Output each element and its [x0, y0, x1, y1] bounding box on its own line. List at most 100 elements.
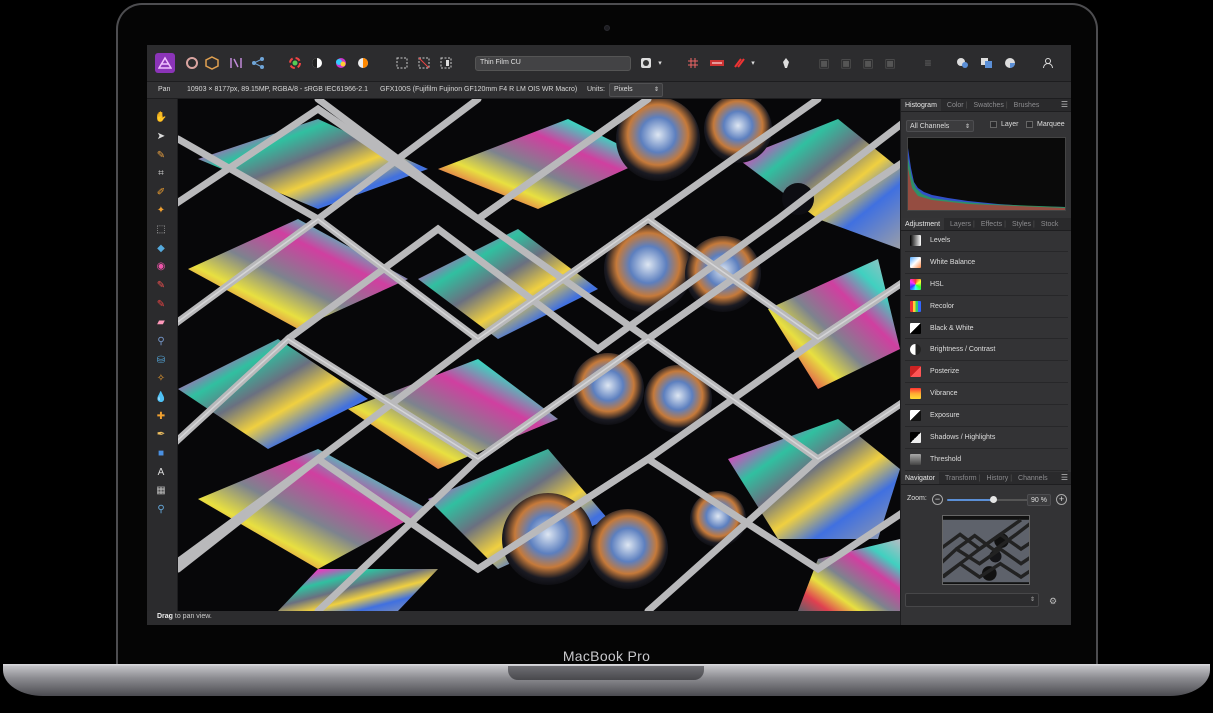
blur-brush-tool-icon[interactable]: 💧: [152, 390, 170, 404]
arrange-forward-icon[interactable]: ▣: [859, 54, 877, 72]
levels-icon: [910, 234, 921, 246]
text-tool-icon[interactable]: A: [152, 465, 170, 479]
affinity-photo-logo-icon[interactable]: [155, 53, 175, 73]
contrast-icon[interactable]: [308, 54, 326, 72]
gear-icon[interactable]: ⚙: [1049, 596, 1057, 607]
erase-brush-tool-icon[interactable]: ▰: [152, 315, 170, 329]
marquee-label: Marquee: [1037, 121, 1065, 128]
tab-stock[interactable]: Stock: [1035, 218, 1061, 228]
laptop-notch: [508, 666, 704, 680]
pen-tool-icon[interactable]: ✒: [152, 427, 170, 441]
color-replacement-tool-icon[interactable]: ✎: [152, 297, 170, 311]
navigator-thumbnail[interactable]: [942, 515, 1030, 585]
clone-brush-tool-icon[interactable]: ⛁: [152, 353, 170, 367]
align-icon[interactable]: ≡: [919, 54, 937, 72]
adjustment-item-threshold[interactable]: Threshold: [905, 449, 1068, 471]
adjustment-item-brightness-contrast[interactable]: Brightness / Contrast: [905, 339, 1068, 362]
personas-icon[interactable]: [953, 54, 971, 72]
document-title-field[interactable]: Thin Film CU: [475, 56, 631, 71]
tab-layers[interactable]: Layers: [944, 218, 973, 228]
pen-tool-icon[interactable]: [777, 54, 795, 72]
marquee-select-icon[interactable]: [393, 54, 411, 72]
adjustment-item-recolor[interactable]: Recolor: [905, 296, 1068, 318]
layer-checkbox[interactable]: [990, 121, 997, 128]
tab-styles[interactable]: Styles: [1006, 218, 1033, 228]
tab-transform[interactable]: Transform: [939, 472, 979, 482]
export-persona-icon[interactable]: [249, 54, 267, 72]
arrange-back-icon[interactable]: ▣: [815, 54, 833, 72]
zoom-out-icon[interactable]: −: [932, 494, 943, 505]
healing-brush-tool-icon[interactable]: ✚: [152, 409, 170, 423]
zoom-in-icon[interactable]: +: [1056, 494, 1067, 505]
device-brand: MacBook Pro: [562, 648, 651, 664]
document-canvas[interactable]: [178, 99, 900, 611]
camera-info: GFX100S (Fujifilm Fujinon GF120mm F4 R L…: [380, 86, 578, 93]
grid-snapping-icon[interactable]: [684, 54, 702, 72]
adjustment-item-posterize[interactable]: Posterize: [905, 361, 1068, 384]
white-balance-icon[interactable]: [354, 54, 372, 72]
arrange-front-icon[interactable]: ▣: [881, 54, 899, 72]
shadows-highlights-icon: [910, 431, 921, 443]
chevron-down-icon[interactable]: ▾: [748, 54, 758, 72]
tab-channels[interactable]: Channels: [1012, 472, 1050, 482]
color-picker-icon[interactable]: [1001, 54, 1019, 72]
arrange-backward-icon[interactable]: ▣: [837, 54, 855, 72]
assistant-icon[interactable]: [708, 54, 726, 72]
thin-film-photo: [178, 99, 900, 611]
invert-selection-icon[interactable]: [437, 54, 455, 72]
user-account-icon[interactable]: [1039, 54, 1057, 72]
adjustment-item-exposure[interactable]: Exposure: [905, 405, 1068, 428]
channel-select[interactable]: All Channels ⇕: [906, 120, 974, 132]
move-tool-icon[interactable]: ➤: [152, 129, 170, 143]
tab-adjustment[interactable]: Adjustment: [901, 218, 945, 230]
tab-navigator[interactable]: Navigator: [901, 472, 939, 484]
adjustment-item-white-balance[interactable]: White Balance: [905, 252, 1068, 274]
color-picker-tool-icon[interactable]: ✎: [152, 148, 170, 162]
crop-tool-icon[interactable]: ⌗: [152, 166, 170, 180]
navigator-zoom: Zoom: − 90 % +: [905, 493, 1068, 507]
adjustment-item-shadows-highlights[interactable]: Shadows / Highlights: [905, 427, 1068, 449]
adjustment-item-vibrance[interactable]: Vibrance: [905, 383, 1068, 406]
studio-presets-icon[interactable]: [977, 54, 995, 72]
marquee-checkbox[interactable]: [1026, 121, 1033, 128]
red-eye-tool-icon[interactable]: ✧: [152, 371, 170, 385]
layer-label: Layer: [1001, 121, 1019, 128]
gradient-tool-icon[interactable]: ◉: [152, 259, 170, 273]
liquify-persona-icon[interactable]: [183, 54, 201, 72]
units-select[interactable]: Pixels ⇕: [609, 83, 663, 97]
dodge-brush-tool-icon[interactable]: ⚲: [152, 334, 170, 348]
tab-color[interactable]: Color: [941, 99, 966, 109]
mesh-warp-tool-icon[interactable]: ▦: [152, 483, 170, 497]
quick-mask-icon[interactable]: [637, 54, 655, 72]
histogram-tabs: Histogram Color | Swatches | Brushes ☰: [901, 99, 1071, 112]
tab-effects[interactable]: Effects: [975, 218, 1004, 228]
develop-persona-icon[interactable]: [203, 54, 221, 72]
zoom-tool-icon[interactable]: ⚲: [152, 502, 170, 516]
marquee-tool-icon[interactable]: ⬚: [152, 222, 170, 236]
navigator-view-select[interactable]: ⇕: [905, 593, 1039, 607]
deselect-icon[interactable]: [415, 54, 433, 72]
tab-history[interactable]: History: [980, 472, 1010, 482]
snapping-magnet-icon[interactable]: [730, 54, 748, 72]
selection-brush-tool-icon[interactable]: ✐: [152, 185, 170, 199]
tab-brushes[interactable]: Brushes: [1008, 99, 1042, 109]
flood-select-tool-icon[interactable]: ✦: [152, 203, 170, 217]
color-wheel-icon[interactable]: [286, 54, 304, 72]
rectangle-tool-icon[interactable]: ■: [152, 446, 170, 460]
white-balance-icon: [910, 256, 921, 268]
panel-menu-icon[interactable]: ☰: [1061, 473, 1068, 482]
adjustment-item-levels[interactable]: Levels: [905, 230, 1068, 252]
zoom-slider-handle[interactable]: [990, 496, 997, 503]
hsl-icon[interactable]: [332, 54, 350, 72]
adjustment-item-hsl[interactable]: HSL: [905, 274, 1068, 296]
zoom-value-field[interactable]: 90 %: [1027, 494, 1051, 506]
chevron-down-icon[interactable]: ▾: [655, 54, 665, 72]
tab-histogram[interactable]: Histogram: [901, 99, 941, 111]
flood-fill-tool-icon[interactable]: ◆: [152, 241, 170, 255]
view-hand-tool-icon[interactable]: ✋: [152, 110, 170, 124]
paint-brush-tool-icon[interactable]: ✎: [152, 278, 170, 292]
adjustment-item-black-white[interactable]: Black & White: [905, 318, 1068, 340]
tab-swatches[interactable]: Swatches: [967, 99, 1005, 109]
tone-mapping-persona-icon[interactable]: [227, 54, 245, 72]
panel-menu-icon[interactable]: ☰: [1061, 100, 1068, 109]
